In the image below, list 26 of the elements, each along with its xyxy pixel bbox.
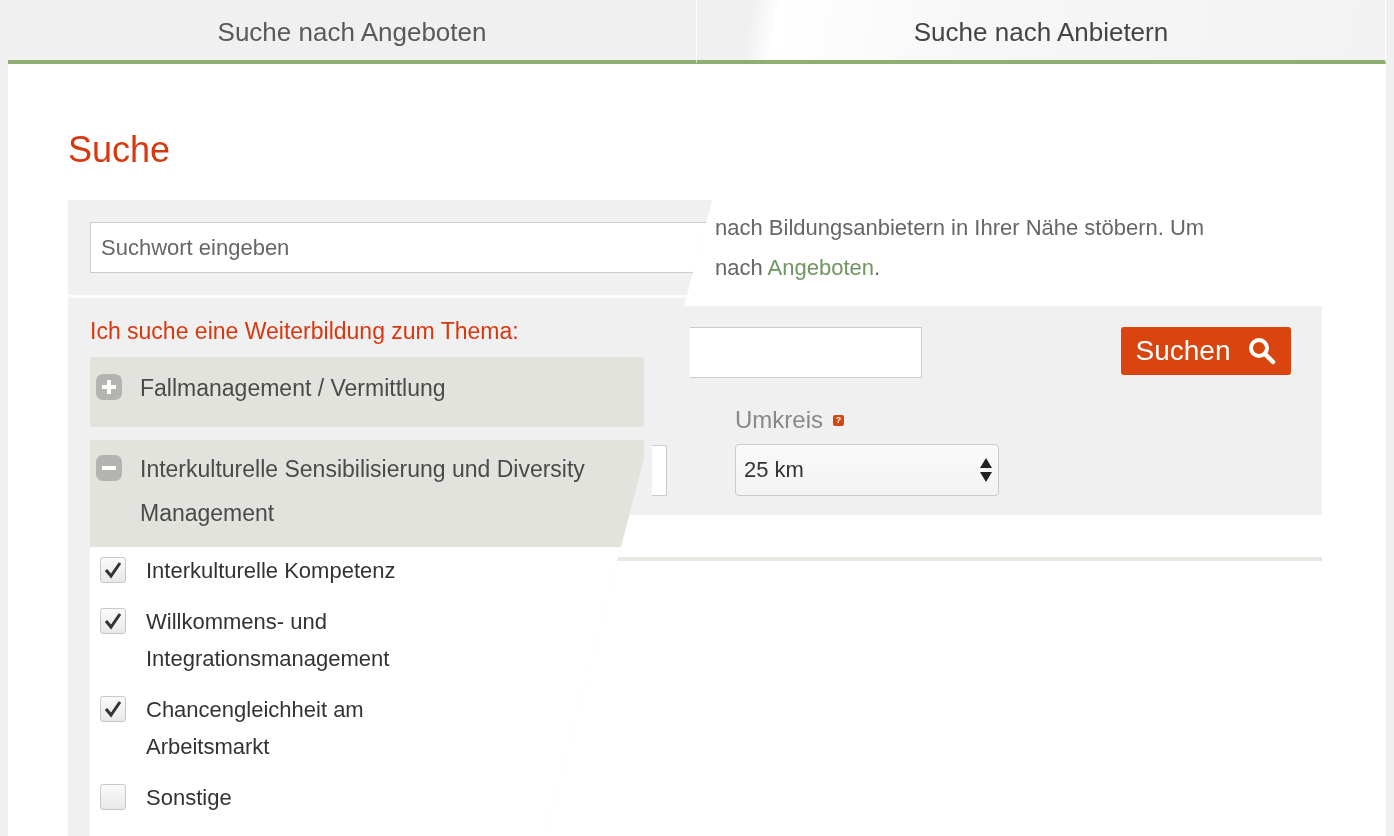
checkbox[interactable] — [100, 557, 126, 583]
checkbox[interactable] — [100, 608, 126, 634]
topic-header[interactable]: Interkulturelle Sensibilisierung und Diversity Management — [90, 440, 644, 547]
checkbox-label: Willkommens- und Integrationsmanagement — [146, 608, 391, 673]
checkbox-label: Interkulturelle Kompetenz — [146, 557, 397, 585]
checkbox[interactable] — [100, 696, 126, 722]
radius-select[interactable]: 25 km — [735, 444, 999, 496]
up-down-arrows-icon — [979, 457, 993, 483]
intro-text: nach Angeboten. — [715, 254, 882, 282]
page-heading: Suche — [68, 128, 172, 172]
checkbox-label: Chancengleichheit am Arbeitsmarkt — [146, 696, 365, 761]
minus-icon — [96, 455, 122, 481]
search-button[interactable]: Suchen — [1121, 327, 1291, 375]
topic-header[interactable]: Fallmanagement / Vermittlung — [90, 357, 644, 427]
input-field[interactable] — [652, 445, 667, 496]
checkbox[interactable] — [100, 784, 126, 810]
radius-label: Umkreis — [735, 406, 823, 434]
intro-text: nach Bildungsanbietern in Ihrer Nähe stöbern. Um — [715, 214, 1206, 242]
topic-heading: Ich suche eine Weiterbildung zum Thema: — [89, 317, 520, 346]
search-icon — [1248, 337, 1277, 365]
input-field[interactable] — [690, 327, 922, 378]
checkbox-label: Sonstige — [146, 784, 233, 812]
help-badge[interactable]: ? — [833, 414, 844, 426]
tab[interactable]: Suche nach Angeboten — [8, 0, 697, 64]
plus-icon — [96, 374, 122, 400]
tab[interactable]: Suche nach Anbietern — [697, 0, 1386, 64]
